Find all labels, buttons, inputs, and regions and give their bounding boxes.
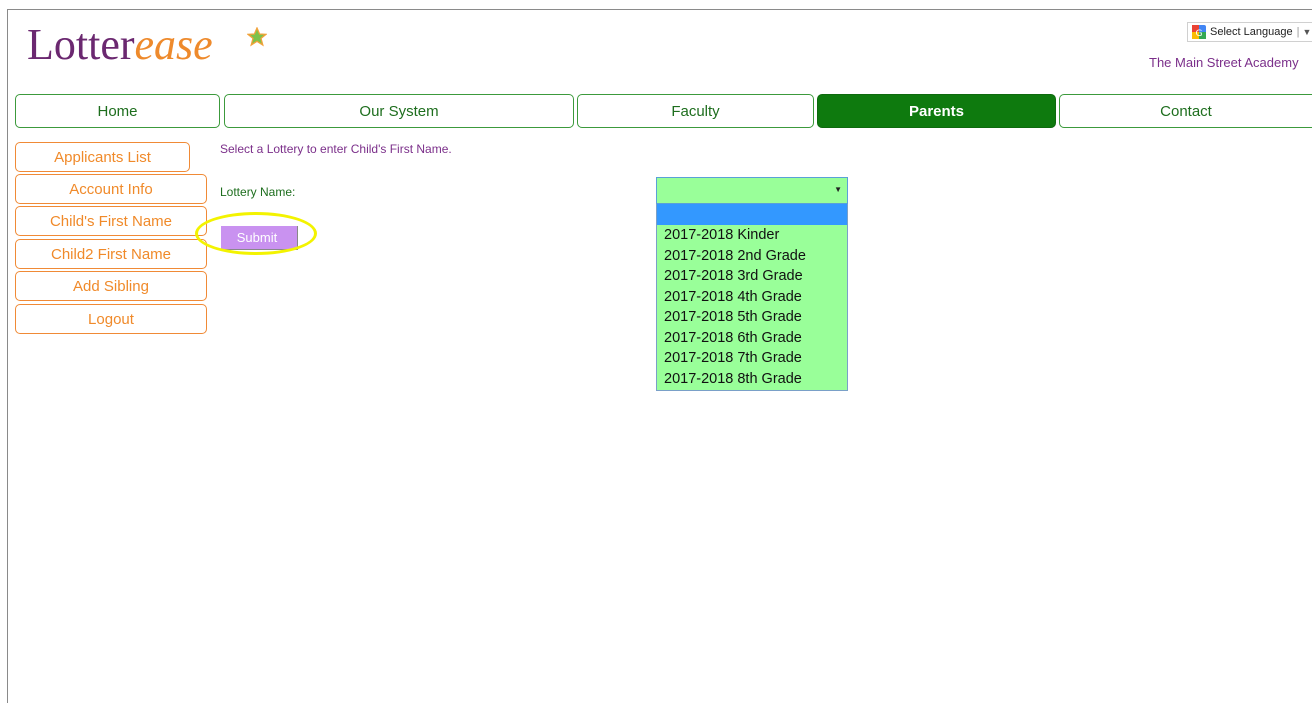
dropdown-option[interactable]: 2017-2018 8th Grade — [657, 369, 847, 390]
svg-text:G: G — [1196, 29, 1203, 39]
sidebar-item-applicants-list[interactable]: Applicants List — [15, 142, 190, 172]
logo-text-ease: ease — [134, 20, 213, 69]
google-translate-icon: G — [1192, 25, 1206, 39]
star-icon — [247, 27, 267, 47]
language-selector[interactable]: G Select Language | ▼ — [1187, 22, 1312, 42]
caret-down-icon: ▼ — [834, 185, 842, 194]
chevron-down-icon: ▼ — [1302, 27, 1312, 37]
logo[interactable]: Lotterease — [27, 17, 267, 73]
sidebar-item-account-info[interactable]: Account Info — [15, 174, 207, 204]
dropdown-option-blank[interactable] — [657, 204, 847, 225]
dropdown-option[interactable]: 2017-2018 4th Grade — [657, 287, 847, 308]
nav-parents[interactable]: Parents — [817, 94, 1056, 128]
nav-home[interactable]: Home — [15, 94, 220, 128]
dropdown-option[interactable]: 2017-2018 Kinder — [657, 225, 847, 246]
dropdown-option[interactable]: 2017-2018 2nd Grade — [657, 246, 847, 267]
nav-faculty[interactable]: Faculty — [577, 94, 814, 128]
sidebar-item-child2-first-name[interactable]: Child2 First Name — [15, 239, 207, 269]
language-separator: | — [1296, 26, 1300, 38]
nav-contact[interactable]: Contact — [1059, 94, 1312, 128]
dropdown-option[interactable]: 2017-2018 6th Grade — [657, 328, 847, 349]
nav-our-system[interactable]: Our System — [224, 94, 574, 128]
dropdown-option[interactable]: 2017-2018 3rd Grade — [657, 266, 847, 287]
sidebar-item-add-sibling[interactable]: Add Sibling — [15, 271, 207, 301]
dropdown-option[interactable]: 2017-2018 7th Grade — [657, 348, 847, 369]
school-name: The Main Street Academy — [1149, 55, 1299, 70]
instruction-text: Select a Lottery to enter Child's First … — [220, 142, 452, 156]
logo-text-lotter: Lotter — [27, 20, 135, 69]
sidebar-item-logout[interactable]: Logout — [15, 304, 207, 334]
lottery-name-label: Lottery Name: — [220, 185, 296, 199]
lottery-name-select[interactable]: ▼ — [656, 177, 848, 204]
submit-button[interactable]: Submit — [221, 226, 298, 250]
lottery-dropdown-list: 2017-2018 Kinder 2017-2018 2nd Grade 201… — [656, 204, 848, 391]
sidebar-item-childs-first-name[interactable]: Child's First Name — [15, 206, 207, 236]
dropdown-option[interactable]: 2017-2018 5th Grade — [657, 307, 847, 328]
language-label: Select Language — [1210, 26, 1293, 38]
